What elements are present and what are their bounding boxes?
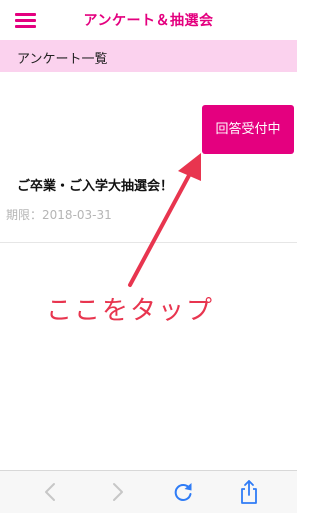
chevron-left-icon[interactable]: [38, 479, 64, 505]
deadline-label: 期限: [6, 208, 31, 222]
browser-toolbar: [0, 470, 297, 513]
deadline-separator: ：: [30, 208, 43, 222]
page-title: アンケート＆抽選会: [83, 13, 214, 29]
app-header: アンケート＆抽選会: [0, 0, 297, 40]
survey-title[interactable]: ご卒業・ご入学大抽選会！: [17, 175, 173, 194]
survey-deadline: 期限：2018-03-31: [6, 206, 112, 223]
arrow-icon: [128, 153, 201, 287]
section-label: アンケート一覧: [17, 52, 108, 67]
chevron-right-icon[interactable]: [104, 479, 130, 505]
answer-accepting-button[interactable]: 回答受付中: [202, 105, 294, 154]
tap-here-annotation: ここをタップ: [46, 296, 215, 326]
section-header: アンケート一覧: [0, 40, 297, 72]
divider: [0, 242, 297, 243]
deadline-date: 2018-03-31: [42, 208, 112, 222]
share-icon[interactable]: [236, 479, 262, 505]
reload-icon[interactable]: [170, 479, 196, 505]
